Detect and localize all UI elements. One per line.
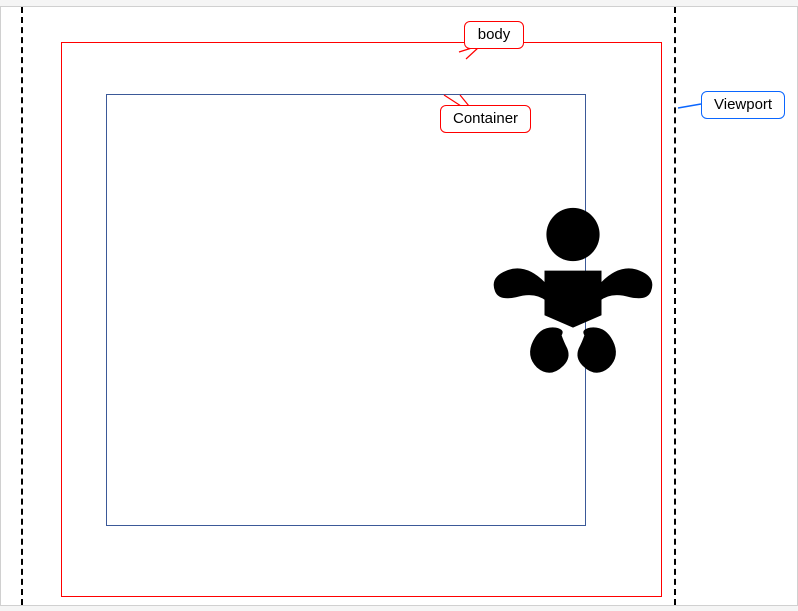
callout-body-label: body <box>478 26 511 43</box>
viewport-left-line <box>21 7 23 605</box>
viewport-right-line <box>674 7 676 605</box>
baby-icon <box>478 194 668 389</box>
callout-viewport-label: Viewport <box>714 96 772 113</box>
callout-body: body <box>464 21 524 49</box>
callout-container: Container <box>440 105 531 133</box>
callout-viewport: Viewport <box>701 91 785 119</box>
diagram-canvas: body Container Viewport <box>0 6 798 606</box>
callout-container-label: Container <box>453 110 518 127</box>
